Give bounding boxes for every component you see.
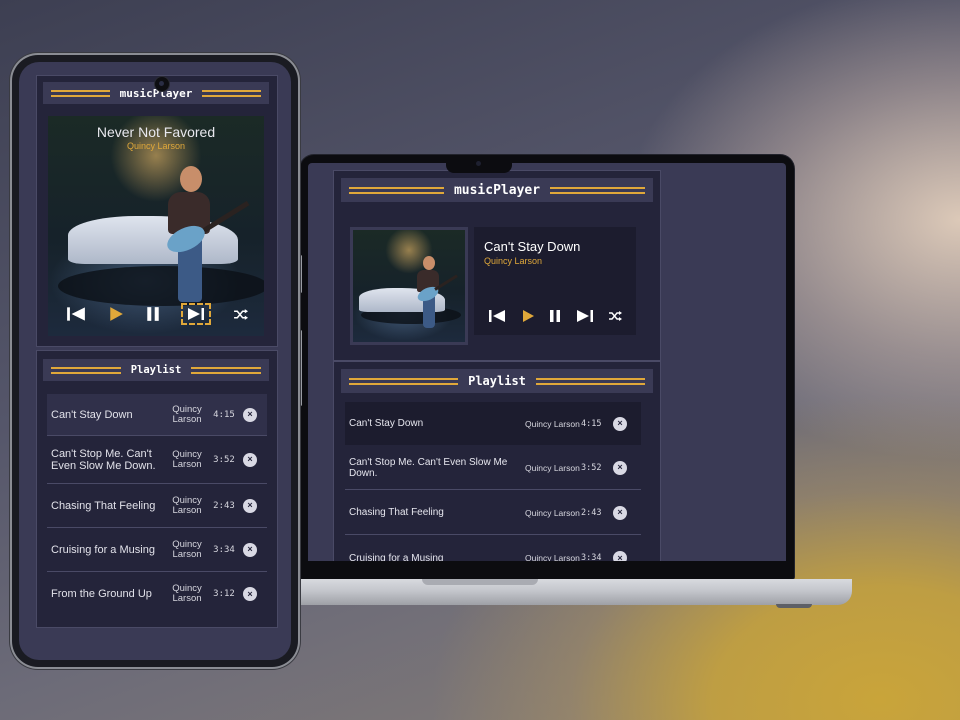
laptop-base (280, 579, 852, 605)
front-camera (154, 76, 170, 92)
song-title: Can't Stay Down (51, 408, 133, 421)
header-decoration-right (202, 89, 262, 97)
laptop-foot (776, 604, 812, 608)
header-decoration-right (550, 186, 645, 194)
playback-controls (488, 307, 622, 325)
next-icon[interactable] (576, 309, 594, 323)
song-title: Can't Stay Down (349, 418, 424, 429)
song-title: Chasing That Feeling (51, 499, 156, 512)
playlist-title: Playlist (468, 374, 526, 388)
song-title: From the Ground Up (51, 588, 152, 600)
song-artist: Quincy Larson (525, 418, 580, 429)
song-duration: 4:15 (581, 418, 602, 429)
track-info-card: Can't Stay Down Quincy Larson (474, 227, 636, 335)
delete-song-button[interactable]: × (243, 587, 257, 601)
phone-power-button (299, 330, 302, 406)
player-header: musicPlayer (341, 178, 653, 202)
track-artist: Quincy Larson (484, 256, 543, 266)
play-icon[interactable] (521, 309, 535, 323)
phone-volume-button (299, 255, 302, 293)
song-artist: Quincy Larson (172, 403, 202, 425)
song-artist: Quincy Larson (172, 538, 202, 560)
app-title: musicPlayer (453, 182, 541, 198)
track-title: Can't Stay Down (484, 239, 581, 254)
phone-frame: musicPlayer Never Not Favored Quincy Lar… (12, 55, 298, 667)
song-duration: 3:52 (213, 454, 235, 465)
playlist-row[interactable]: Can't Stop Me. Can't Even Slow Me Down. … (345, 446, 641, 490)
playlist-row[interactable]: Cruising for a Musing Quincy Larson 3:34… (47, 528, 267, 572)
previous-icon[interactable] (488, 309, 506, 323)
song-duration: 3:12 (213, 589, 235, 599)
song-duration: 2:43 (213, 500, 235, 511)
song-title: Can't Stop Me. Can't Even Slow Me Down. (51, 447, 156, 472)
previous-icon[interactable] (66, 306, 86, 322)
song-artist: Quincy Larson (525, 553, 580, 561)
laptop-notch (446, 155, 512, 173)
playlist-row[interactable]: From the Ground Up Quincy Larson 3:12 × (47, 572, 267, 616)
song-duration: 4:15 (213, 409, 235, 420)
playlist-row[interactable]: Chasing That Feeling Quincy Larson 2:43 … (47, 484, 267, 528)
shuffle-icon[interactable] (608, 310, 622, 322)
delete-song-button[interactable]: × (613, 505, 627, 520)
shuffle-icon[interactable] (233, 308, 248, 321)
delete-song-button[interactable]: × (613, 416, 627, 431)
player-panel: musicPlayer Can't Stay Down Quincy Larso… (333, 170, 661, 361)
playback-controls (66, 302, 248, 326)
song-artist: Quincy Larson (172, 448, 202, 470)
pause-icon[interactable] (549, 309, 561, 323)
phone-display: musicPlayer Never Not Favored Quincy Lar… (19, 62, 291, 660)
playlist-panel: Playlist Can't Stay Down Quincy Larson 4… (333, 361, 661, 561)
song-duration: 3:34 (581, 553, 602, 561)
play-icon[interactable] (108, 306, 124, 322)
delete-song-button[interactable]: × (243, 407, 257, 422)
album-art (350, 227, 468, 345)
song-title: Chasing That Feeling (349, 507, 444, 518)
header-decoration-left (349, 186, 444, 194)
laptop-display: musicPlayer Can't Stay Down Quincy Larso… (308, 163, 786, 561)
song-title: Can't Stop Me. Can't Even Slow Me Down. (349, 456, 508, 479)
song-title: Cruising for a Musing (51, 543, 155, 556)
playlist-row-active[interactable]: Can't Stay Down Quincy Larson 4:15 × (345, 402, 641, 445)
header-decoration-right (535, 377, 646, 385)
song-title: Cruising for a Musing (349, 552, 444, 562)
delete-song-button[interactable]: × (613, 551, 627, 561)
delete-song-button[interactable]: × (613, 460, 627, 475)
delete-song-button[interactable]: × (243, 542, 257, 557)
album-art: Never Not Favored Quincy Larson (48, 116, 264, 336)
song-artist: Quincy Larson (525, 462, 580, 473)
playlist-row[interactable]: Can't Stop Me. Can't Even Slow Me Down. … (47, 436, 267, 484)
song-duration: 3:34 (213, 544, 235, 555)
laptop-frame: musicPlayer Can't Stay Down Quincy Larso… (300, 155, 794, 579)
song-artist: Quincy Larson (172, 494, 202, 516)
playlist-header: Playlist (43, 359, 269, 381)
next-button-focused[interactable] (181, 303, 212, 325)
song-artist: Quincy Larson (172, 583, 202, 604)
playlist-row[interactable]: Chasing That Feeling Quincy Larson 2:43 … (345, 491, 641, 535)
song-duration: 3:52 (581, 462, 602, 473)
playlist-title: Playlist (130, 364, 182, 376)
header-decoration-left (51, 366, 121, 374)
playlist-header: Playlist (341, 369, 653, 393)
song-artist: Quincy Larson (525, 507, 580, 518)
playlist-row-active[interactable]: Can't Stay Down Quincy Larson 4:15 × (47, 394, 267, 436)
player-panel: musicPlayer Never Not Favored Quincy Lar… (36, 75, 278, 347)
playlist-row[interactable]: Cruising for a Musing Quincy Larson 3:34… (345, 536, 641, 561)
header-decoration-left (51, 89, 110, 97)
song-duration: 2:43 (581, 507, 602, 518)
delete-song-button[interactable]: × (243, 452, 257, 467)
track-title: Never Not Favored (96, 124, 216, 140)
next-icon[interactable] (187, 307, 205, 321)
pause-icon[interactable] (146, 306, 160, 322)
header-decoration-right (191, 366, 262, 374)
track-artist: Quincy Larson (126, 141, 186, 151)
header-decoration-left (349, 377, 459, 385)
delete-song-button[interactable]: × (243, 498, 257, 513)
